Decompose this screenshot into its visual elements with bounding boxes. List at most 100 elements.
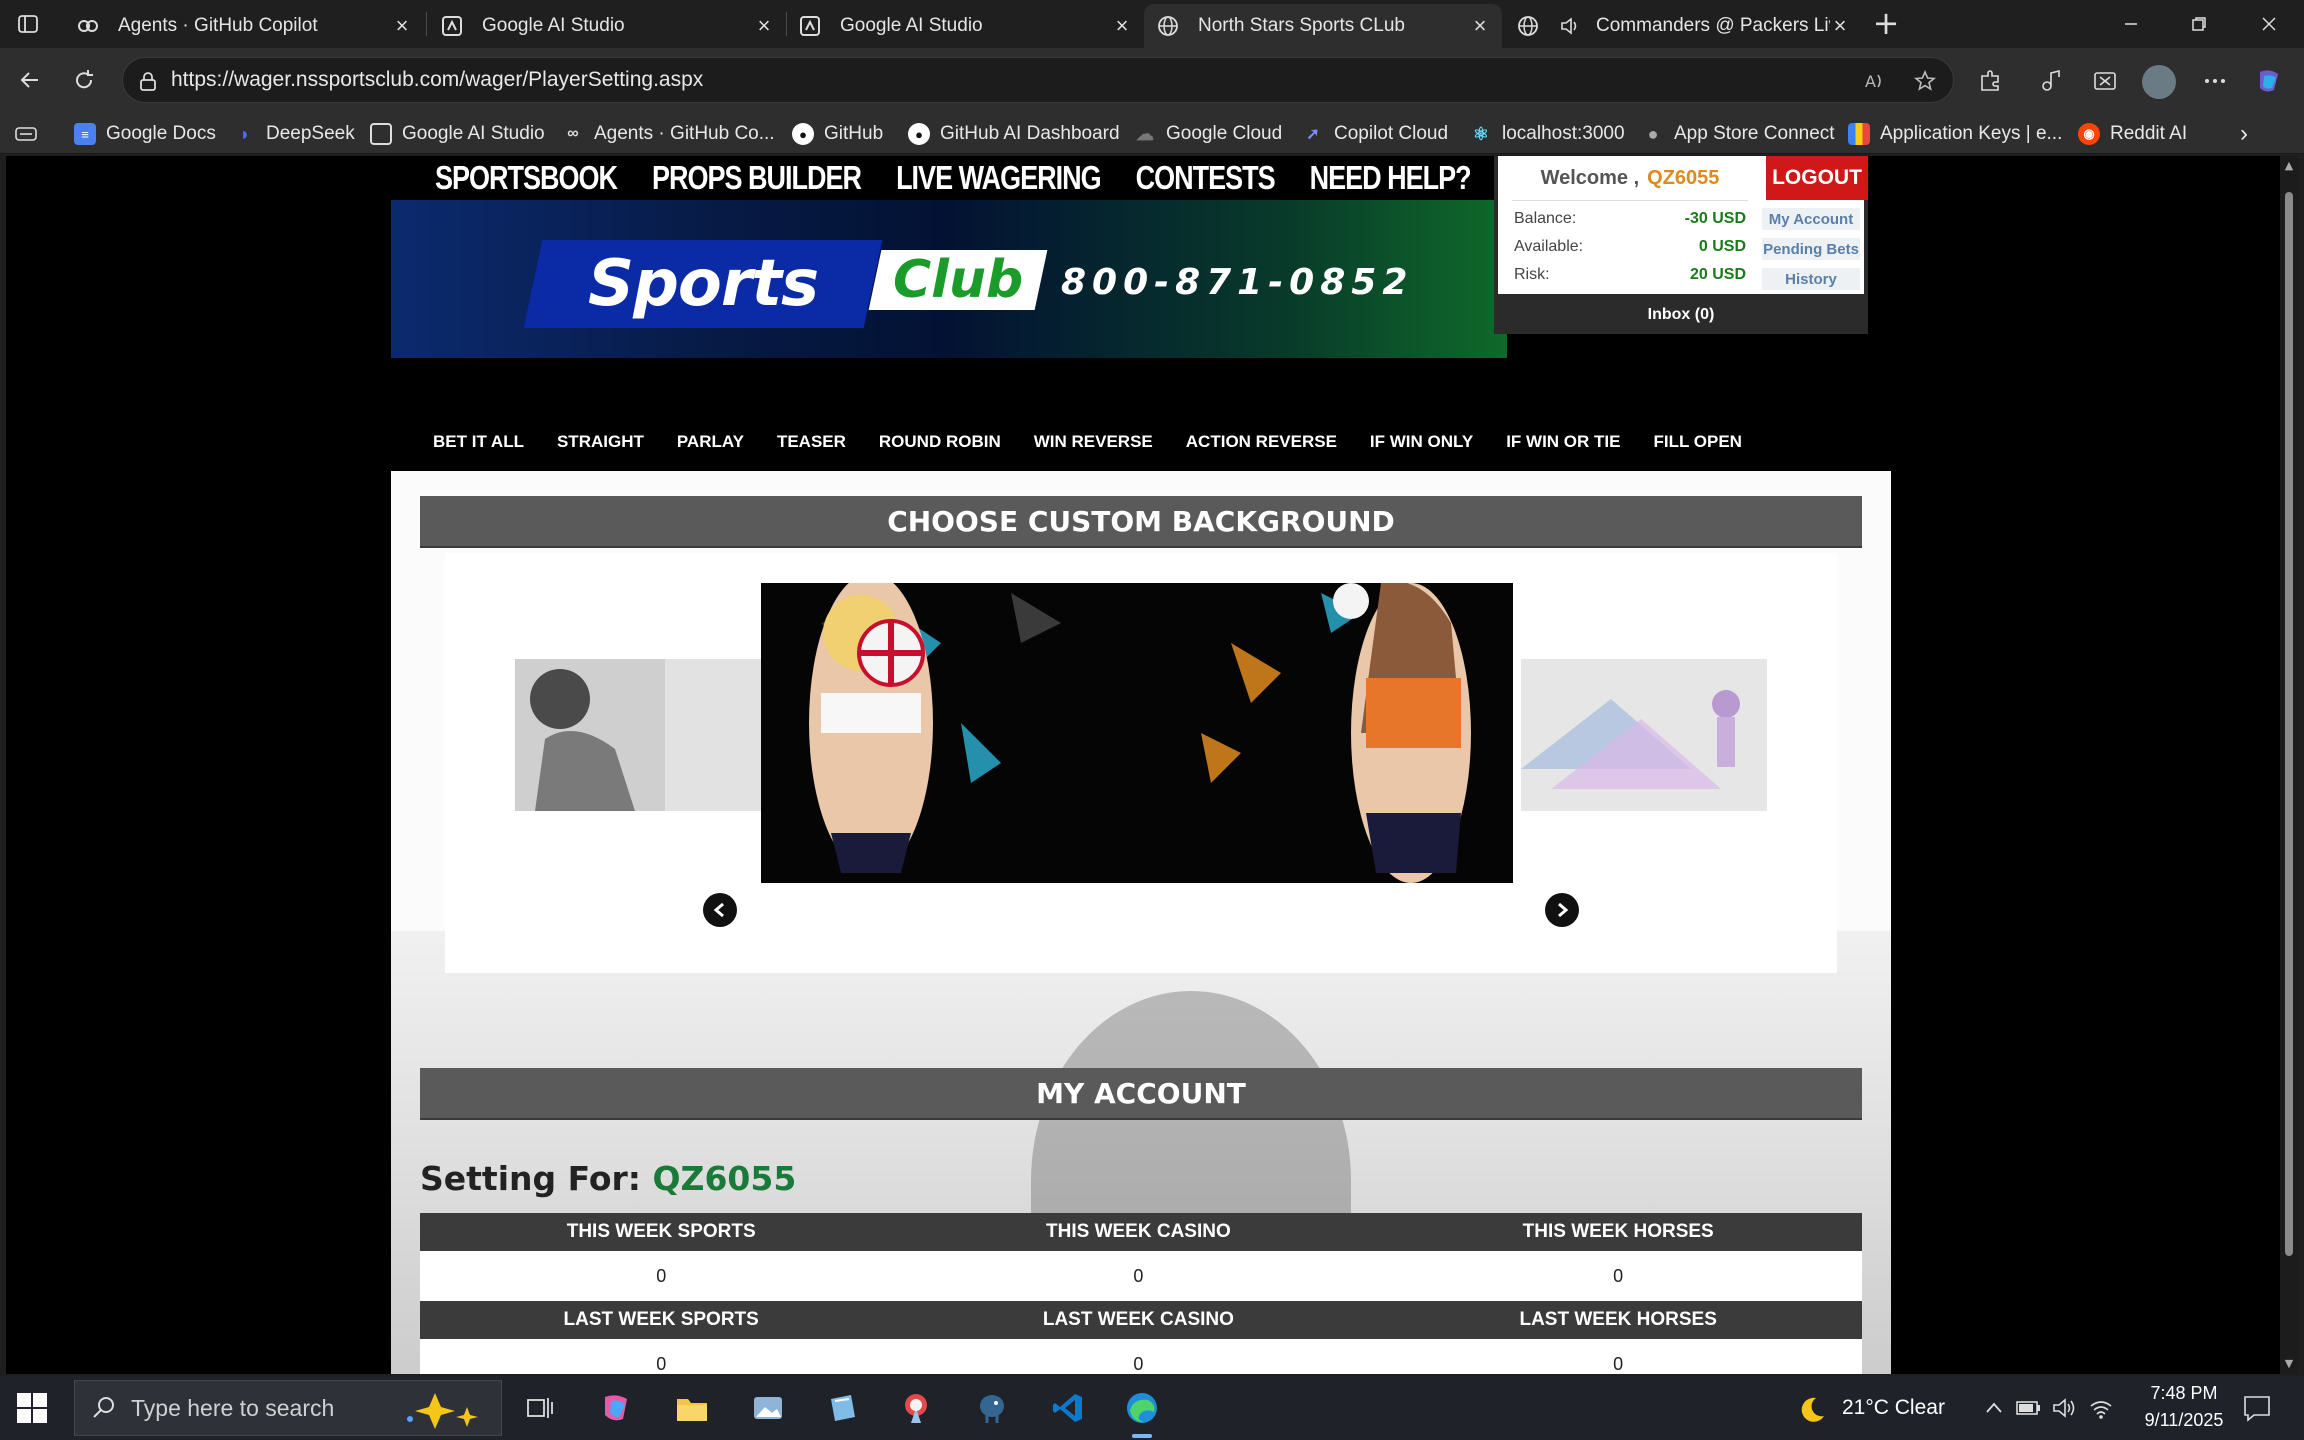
tools-app-button[interactable] <box>894 1386 938 1430</box>
my-account-link[interactable]: My Account <box>1762 208 1860 230</box>
logout-button[interactable]: LOGOUT <box>1766 156 1868 200</box>
file-explorer-button[interactable] <box>670 1386 714 1430</box>
wager-straight[interactable]: STRAIGHT <box>557 432 644 452</box>
tab-1[interactable]: Google AI Studio × <box>428 4 786 48</box>
bookmark-agents-copilot[interactable]: ∞ Agents · GitHub Co... <box>562 120 774 148</box>
weather-text[interactable]: 21°C Clear <box>1842 1396 1945 1420</box>
minimize-button[interactable] <box>2098 0 2164 48</box>
scrollbar-thumb[interactable] <box>2285 192 2293 1256</box>
copilot-button[interactable] <box>2250 62 2288 100</box>
restore-button[interactable] <box>2166 0 2232 48</box>
notes-app-button[interactable] <box>820 1386 864 1430</box>
scroll-down-icon[interactable]: ▼ <box>2283 1358 2295 1370</box>
close-tab-icon[interactable]: × <box>1112 15 1132 37</box>
tools-icon <box>905 1394 927 1423</box>
close-tab-icon[interactable]: × <box>392 15 412 37</box>
wager-teaser[interactable]: TEASER <box>777 432 846 452</box>
bookmark-application-keys[interactable]: Application Keys | e... <box>1848 120 2062 148</box>
back-button[interactable] <box>8 60 52 100</box>
background-option-right[interactable] <box>1521 659 1767 811</box>
background-option-selected[interactable] <box>761 583 1513 883</box>
wifi-icon[interactable] <box>2088 1396 2114 1420</box>
logo-club[interactable]: Club <box>868 250 1048 310</box>
bookmark-reddit-ai[interactable]: ◉ Reddit AI <box>2078 120 2187 148</box>
reading-list-icon[interactable] <box>14 120 38 148</box>
wager-bet-it-all[interactable]: BET IT ALL <box>433 432 524 452</box>
close-window-button[interactable] <box>2236 0 2302 48</box>
nav-live-wagering[interactable]: LIVE WAGERING <box>896 159 1102 198</box>
read-aloud-icon[interactable]: A <box>1863 69 1887 93</box>
choose-background-header: CHOOSE CUSTOM BACKGROUND <box>420 496 1862 548</box>
new-tab-button[interactable]: + <box>1868 7 1904 40</box>
clock-date[interactable]: 9/11/2025 <box>2128 1410 2240 1431</box>
vscode-app-button[interactable] <box>1046 1386 1090 1430</box>
bookmark-github-ai-dashboard[interactable]: ● GitHub AI Dashboard <box>908 120 1120 148</box>
wager-if-win-or-tie[interactable]: IF WIN OR TIE <box>1506 432 1620 452</box>
bookmark-app-store-connect[interactable]: ● App Store Connect <box>1642 120 1835 148</box>
extensions-button[interactable] <box>1972 62 2010 100</box>
bookmark-google-docs[interactable]: ≡ Google Docs <box>74 120 216 148</box>
nav-props-builder[interactable]: PROPS BUILDER <box>652 159 862 198</box>
profile-avatar[interactable] <box>2142 65 2176 99</box>
close-tab-icon[interactable]: × <box>754 15 774 37</box>
tab-0[interactable]: Agents · GitHub Copilot × <box>64 4 424 48</box>
media-button[interactable] <box>2032 62 2070 100</box>
battery-icon[interactable] <box>2016 1398 2042 1418</box>
bookmarks-overflow-chevron-icon[interactable]: › <box>2240 120 2248 148</box>
carousel-next-button[interactable] <box>1545 893 1579 927</box>
carousel-prev-button[interactable] <box>703 893 737 927</box>
bookmark-label: Google Cloud <box>1166 123 1283 144</box>
tab-actions-button[interactable] <box>6 8 50 40</box>
bookmark-deepseek[interactable]: ◗ DeepSeek <box>234 120 355 148</box>
more-menu-button[interactable] <box>2196 62 2234 100</box>
url-bar[interactable]: https://wager.nssportsclub.com/wager/Pla… <box>122 57 1954 103</box>
close-tab-icon[interactable]: × <box>1830 15 1850 37</box>
scroll-up-icon[interactable]: ▲ <box>2283 160 2295 172</box>
wager-round-robin[interactable]: ROUND ROBIN <box>879 432 1001 452</box>
wager-if-win-only[interactable]: IF WIN ONLY <box>1370 432 1473 452</box>
taskbar-search-box[interactable]: Type here to search <box>74 1380 502 1436</box>
screenshot-button[interactable] <box>2086 62 2124 100</box>
photos-app-button[interactable] <box>746 1386 790 1430</box>
wager-parlay[interactable]: PARLAY <box>677 432 744 452</box>
postgres-app-button[interactable] <box>970 1386 1014 1430</box>
refresh-button[interactable] <box>62 60 106 100</box>
tab-4[interactable]: Commanders @ Packers Live × <box>1504 4 1862 48</box>
nav-need-help[interactable]: NEED HELP? <box>1310 159 1472 198</box>
volume-icon[interactable] <box>2052 1396 2078 1420</box>
copilot-app-button[interactable] <box>594 1386 638 1430</box>
speaker-icon[interactable] <box>1558 14 1582 38</box>
logo-sports[interactable]: Sports <box>523 240 883 328</box>
wager-win-reverse[interactable]: WIN REVERSE <box>1034 432 1153 452</box>
pending-bets-link[interactable]: Pending Bets <box>1762 238 1860 260</box>
bookmark-copilot-cloud[interactable]: ➚ Copilot Cloud <box>1302 120 1448 148</box>
start-button[interactable] <box>14 1390 50 1426</box>
nav-contests[interactable]: CONTESTS <box>1136 159 1276 198</box>
bookmark-localhost[interactable]: ⚛ localhost:3000 <box>1470 120 1625 148</box>
clock-time[interactable]: 7:48 PM <box>2138 1383 2230 1404</box>
page-scrollbar[interactable]: ▲ ▼ <box>2280 156 2298 1374</box>
close-tab-icon[interactable]: × <box>1470 15 1490 37</box>
reddit-icon: ◉ <box>2078 123 2100 145</box>
history-link[interactable]: History <box>1762 268 1860 290</box>
tab-3[interactable]: North Stars Sports CLub × <box>1144 4 1502 48</box>
favorite-star-icon[interactable] <box>1913 69 1937 93</box>
bookmark-google-cloud[interactable]: ☁ Google Cloud <box>1134 120 1282 148</box>
divider <box>1512 200 1748 201</box>
more-dots-icon <box>2205 79 2225 83</box>
chevron-up-icon[interactable] <box>1984 1398 2004 1418</box>
user-id: QZ6055 <box>1647 166 1720 189</box>
notification-icon[interactable] <box>2242 1394 2272 1422</box>
inbox-link[interactable]: Inbox (0) <box>1494 300 1868 330</box>
task-view-button[interactable] <box>518 1386 562 1430</box>
edge-app-button[interactable] <box>1120 1386 1164 1438</box>
bookmark-github[interactable]: ● GitHub <box>792 120 883 148</box>
background-option-left[interactable] <box>515 659 761 811</box>
background-carousel <box>445 553 1837 973</box>
tab-2[interactable]: Google AI Studio × <box>786 4 1144 48</box>
wager-action-reverse[interactable]: ACTION REVERSE <box>1186 432 1337 452</box>
wager-fill-open[interactable]: FILL OPEN <box>1653 432 1741 452</box>
bookmark-ai-studio[interactable]: Google AI Studio <box>370 120 545 148</box>
site-info-icon[interactable] <box>137 70 159 92</box>
nav-sportsbook[interactable]: SPORTSBOOK <box>435 159 618 198</box>
